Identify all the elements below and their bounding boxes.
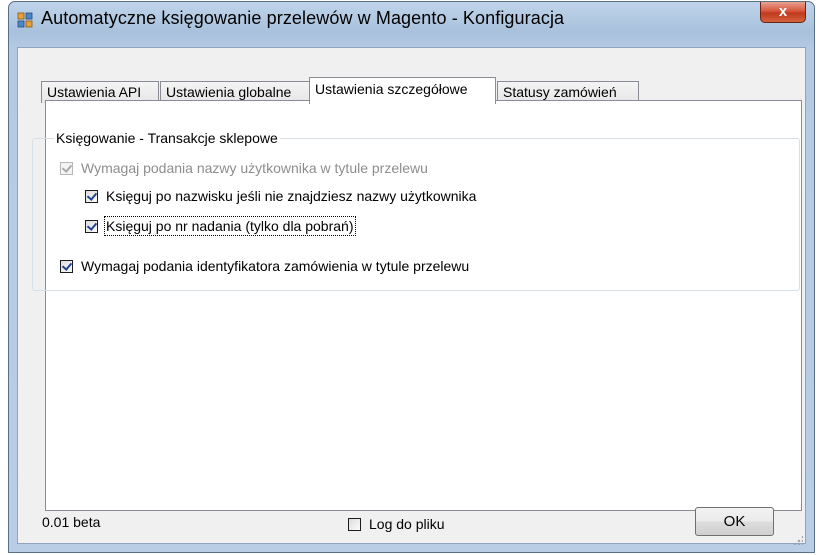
checkbox[interactable] [85, 219, 98, 233]
close-button[interactable]: x [760, 2, 806, 23]
app-icon [17, 12, 33, 28]
option-require-order-id[interactable]: Wymagaj podania identyfikatora zamówieni… [60, 258, 469, 274]
ok-button[interactable]: OK [695, 507, 774, 536]
log-to-file-checkbox[interactable] [348, 517, 361, 531]
tab-label: Statusy zamówień [503, 84, 617, 100]
tab-label: Ustawienia szczegółowe [315, 81, 468, 97]
option-label: Wymagaj podania nazwy użytkownika w tytu… [81, 160, 428, 176]
tab-label: Ustawienia API [47, 84, 142, 100]
log-to-file-label: Log do pliku [369, 516, 445, 532]
option-label: Księguj po nazwisku jeśli nie znajdziesz… [106, 188, 477, 204]
window-title: Automatyczne księgowanie przelewów w Mag… [41, 8, 565, 28]
version-label: 0.01 beta [42, 514, 101, 530]
tab-ustawienia-szczegolowe[interactable]: Ustawienia szczegółowe [309, 77, 496, 104]
option-label: Wymagaj podania identyfikatora zamówieni… [81, 258, 470, 274]
client-area: Ustawienia API Ustawienia globalne Ustaw… [17, 47, 806, 544]
checkbox[interactable] [60, 161, 73, 175]
option-book-by-shipment-number[interactable]: Księguj po nr nadania (tylko dla pobrań) [85, 216, 356, 236]
log-to-file-option[interactable]: Log do pliku [348, 516, 445, 532]
app-window: Automatyczne księgowanie przelewów w Mag… [8, 1, 815, 553]
checkbox[interactable] [60, 259, 73, 273]
tab-label: Ustawienia globalne [166, 84, 292, 100]
close-icon: x [778, 3, 788, 20]
option-book-by-surname[interactable]: Księguj po nazwisku jeśli nie znajdziesz… [85, 188, 476, 204]
checkbox[interactable] [85, 189, 98, 203]
option-label: Księguj po nr nadania (tylko dla pobrań) [104, 216, 356, 236]
option-require-username[interactable]: Wymagaj podania nazwy użytkownika w tytu… [60, 160, 428, 176]
group-title: Księgowanie - Transakcje sklepowe [54, 130, 280, 146]
